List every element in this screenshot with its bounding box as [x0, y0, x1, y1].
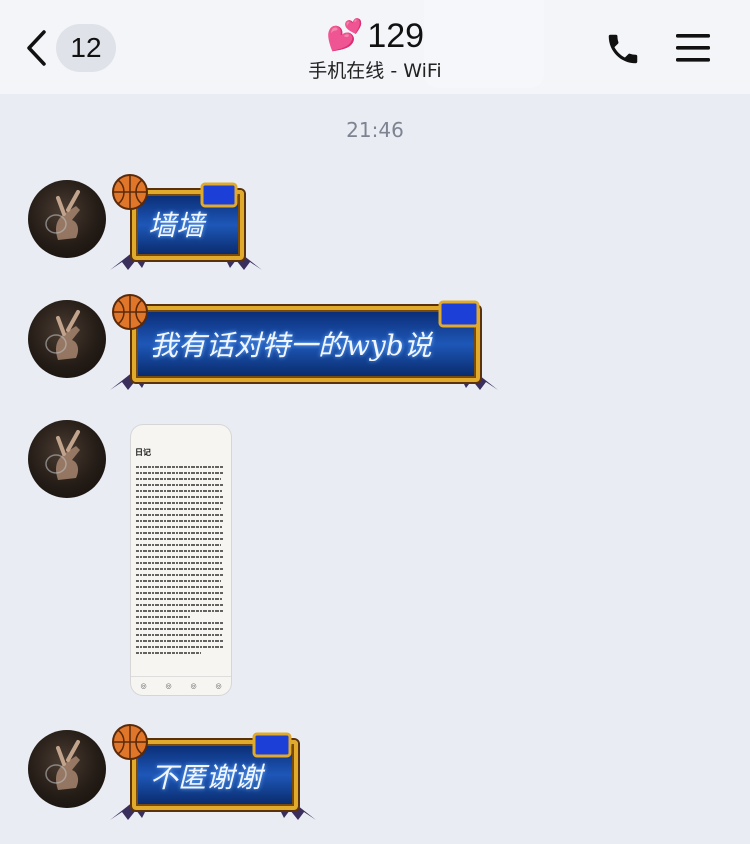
message-text: 不匿谢谢	[150, 761, 263, 794]
sender-avatar[interactable]	[28, 730, 106, 808]
message-bubble[interactable]: 不匿谢谢	[108, 722, 318, 822]
avatar-hand-icon	[45, 310, 80, 360]
footer-dot-icon: ◎	[165, 682, 172, 690]
footer-dot-icon: ◎	[215, 682, 222, 690]
message-text: 我有话对特一的wyb说	[150, 329, 432, 362]
menu-icon[interactable]	[674, 32, 712, 64]
basketball-icon	[112, 724, 148, 760]
message-text: 墙墙	[148, 209, 205, 242]
sender-avatar[interactable]	[28, 300, 106, 378]
contact-name: 129	[367, 17, 425, 55]
basketball-icon	[112, 294, 148, 330]
chat-header: 12 💕 129 手机在线 - WiFi	[0, 0, 750, 94]
message-bubble[interactable]: 墙墙	[108, 172, 264, 272]
document-text-lines	[136, 466, 223, 654]
avatar-hand-icon	[45, 430, 80, 480]
sender-avatar[interactable]	[28, 420, 106, 498]
image-message[interactable]: 日记 ◎ ◎ ◎ ◎	[131, 425, 231, 695]
image-title: 日记	[135, 448, 151, 457]
basketball-icon	[112, 174, 148, 210]
image-footer-bar: ◎ ◎ ◎ ◎	[131, 676, 231, 695]
sender-avatar[interactable]	[28, 180, 106, 258]
avatar-hand-icon	[45, 190, 80, 240]
heart-icon: 💕	[325, 19, 364, 52]
phone-icon[interactable]	[604, 30, 642, 68]
footer-dot-icon: ◎	[140, 682, 147, 690]
message-timestamp: 21:46	[346, 118, 404, 142]
footer-dot-icon: ◎	[190, 682, 197, 690]
avatar-hand-icon	[45, 740, 80, 790]
chat-title: 💕 129	[326, 16, 424, 56]
message-bubble[interactable]: 我有话对特一的wyb说	[108, 292, 500, 392]
